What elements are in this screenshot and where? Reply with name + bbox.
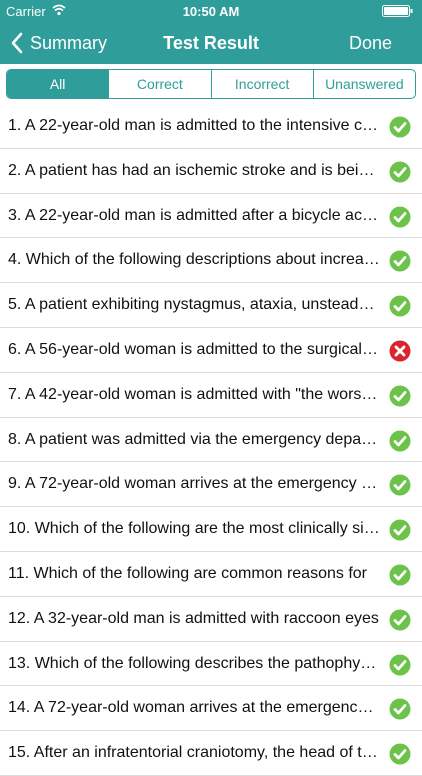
tab-correct[interactable]: Correct (108, 70, 210, 98)
incorrect-x-icon (389, 340, 411, 362)
result-row[interactable]: 3. A 22-year-old man is admitted after a… (0, 194, 422, 239)
result-row[interactable]: 8. A patient was admitted via the emerge… (0, 418, 422, 463)
question-text: 5. A patient exhibiting nystagmus, ataxi… (8, 296, 380, 314)
result-row[interactable]: 15. After an infratentorial craniotomy, … (0, 731, 422, 776)
correct-check-icon (389, 116, 411, 138)
question-text: 9. A 72-year-old woman arrives at the em… (8, 475, 380, 493)
battery-icon (382, 5, 413, 17)
result-row[interactable]: 7. A 42-year-old woman is admitted with … (0, 373, 422, 418)
correct-check-icon (389, 250, 411, 272)
question-text: 10. Which of the following are the most … (8, 520, 380, 538)
result-row[interactable]: 14. A 72-year-old woman arrives at the e… (0, 686, 422, 732)
result-row[interactable]: 11. Which of the following are common re… (0, 552, 422, 597)
question-text: 12. A 32-year-old man is admitted with r… (8, 609, 379, 627)
result-row[interactable]: 6. A 56-year-old woman is admitted to th… (0, 328, 422, 373)
question-text: 1. A 22-year-old man is admitted to the … (8, 117, 380, 134)
header: Carrier 10:50 AM Summary Test Result Don… (0, 0, 422, 64)
correct-check-icon (389, 519, 411, 541)
question-text: 15. After an infratentorial craniotomy, … (8, 744, 380, 762)
nav-bar: Summary Test Result Done (0, 22, 422, 64)
correct-check-icon (389, 161, 411, 183)
result-row[interactable]: 5. A patient exhibiting nystagmus, ataxi… (0, 283, 422, 328)
question-text: 13. Which of the following describes the… (8, 654, 380, 672)
result-list: 1. A 22-year-old man is admitted to the … (0, 104, 422, 776)
status-bar: Carrier 10:50 AM (0, 0, 422, 22)
tab-all[interactable]: All (7, 70, 109, 98)
result-row[interactable]: 1. A 22-year-old man is admitted to the … (0, 104, 422, 149)
correct-check-icon (389, 430, 411, 452)
question-text: 8. A patient was admitted via the emerge… (8, 430, 380, 448)
result-row[interactable]: 13. Which of the following describes the… (0, 642, 422, 687)
correct-check-icon (389, 206, 411, 228)
result-row[interactable]: 9. A 72-year-old woman arrives at the em… (0, 462, 422, 508)
question-text: 11. Which of the following are common re… (8, 564, 367, 582)
correct-check-icon (389, 609, 411, 631)
result-row[interactable]: 12. A 32-year-old man is admitted with r… (0, 597, 422, 642)
question-text: 6. A 56-year-old woman is admitted to th… (8, 340, 380, 358)
correct-check-icon (389, 743, 411, 765)
question-text: 14. A 72-year-old woman arrives at the e… (8, 699, 380, 717)
correct-check-icon (389, 698, 411, 720)
question-text: 4. Which of the following descriptions a… (8, 251, 380, 269)
clock: 10:50 AM (182, 4, 240, 19)
done-button[interactable]: Done (349, 33, 392, 54)
result-row[interactable]: 2. A patient has had an ischemic stroke … (0, 149, 422, 194)
correct-check-icon (389, 564, 411, 586)
question-text: 2. A patient has had an ischemic stroke … (8, 161, 380, 179)
question-text: 7. A 42-year-old woman is admitted with … (8, 385, 380, 403)
result-row[interactable]: 4. Which of the following descriptions a… (0, 238, 422, 284)
correct-check-icon (389, 474, 411, 496)
correct-check-icon (389, 654, 411, 676)
result-filter-tabs: All Correct Incorrect Unanswered (6, 69, 416, 99)
tab-incorrect[interactable]: Incorrect (210, 70, 313, 98)
tab-unanswered[interactable]: Unanswered (312, 70, 415, 98)
correct-check-icon (389, 385, 411, 407)
correct-check-icon (389, 295, 411, 317)
question-text: 3. A 22-year-old man is admitted after a… (8, 206, 380, 224)
result-row[interactable]: 10. Which of the following are the most … (0, 507, 422, 552)
